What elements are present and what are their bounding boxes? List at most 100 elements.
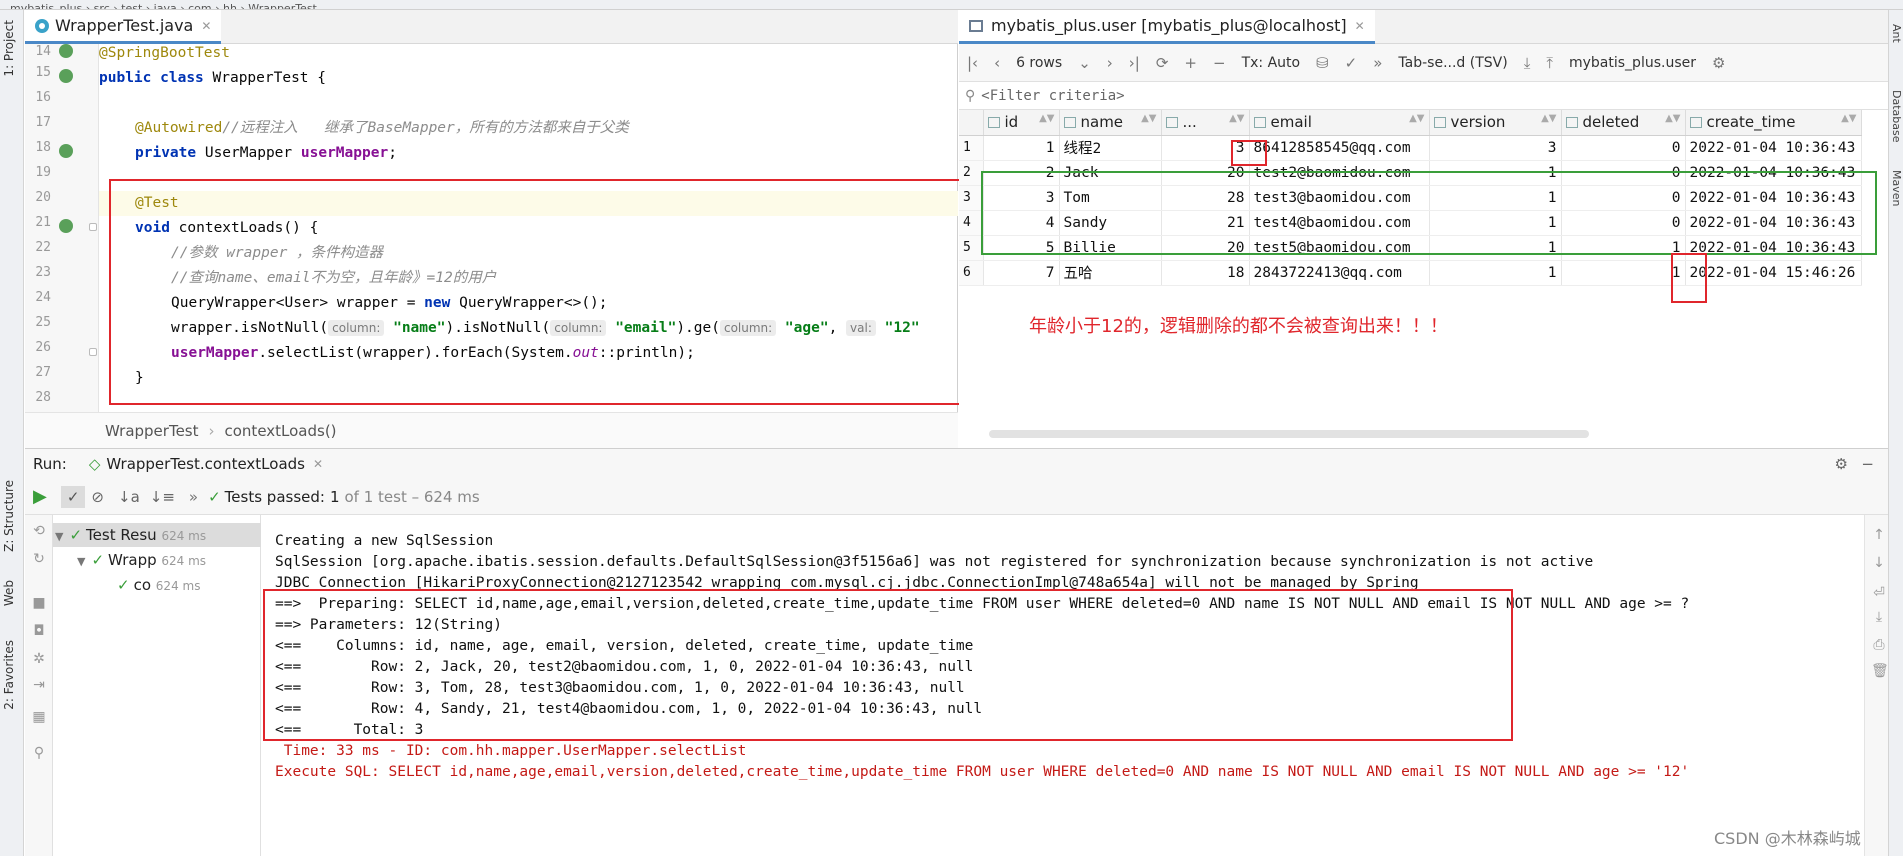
tree-time: 624 ms [161,554,207,568]
line-number: 18 [35,140,51,155]
tab-web[interactable]: Web [2,580,16,606]
tab-wrappertest-java[interactable]: WrapperTest.java ✕ [25,10,222,44]
arrow-down-icon[interactable]: ↓ [1871,555,1887,571]
show-passed-icon[interactable]: ✓ [60,485,86,508]
debug-icon[interactable]: ⟲ [31,523,47,539]
col-name[interactable]: name ▲▼ [1059,110,1162,136]
cell-name[interactable]: 五哈 [1059,260,1162,286]
more-icon[interactable]: » [1373,54,1382,72]
cell-id[interactable]: 1 [983,135,1060,161]
datasource-selector[interactable]: mybatis_plus.user [1569,55,1696,71]
close-icon[interactable]: ✕ [201,19,211,33]
settings-icon[interactable]: ✲ [31,651,47,667]
rerun-failed-icon[interactable]: ↻ [31,551,47,567]
show-ignored-icon[interactable]: ⊘ [91,488,104,506]
camera-icon[interactable]: ◘ [31,623,47,639]
more-icon[interactable]: » [189,488,198,506]
close-icon[interactable]: ✕ [1355,19,1365,33]
cell-email[interactable]: 86412858545@qq.com [1249,135,1430,161]
sort-icon[interactable]: ▲▼ [1229,113,1244,124]
tab-structure[interactable]: Z: Structure [2,480,16,552]
spring-bean-icon[interactable] [59,144,73,158]
gear-icon[interactable]: ⚙ [1835,455,1848,473]
cell-create-time[interactable]: 2022-01-04 15:46:26 [1685,260,1862,286]
cell-version[interactable]: 3 [1429,135,1562,161]
chevron-down-icon[interactable]: ▼ [55,530,63,543]
tab-ant[interactable]: Ant [1890,24,1903,43]
next-page-icon[interactable]: › [1107,54,1113,72]
tab-user-table[interactable]: mybatis_plus.user [mybatis_plus@localhos… [959,10,1375,44]
refresh-icon[interactable]: ⟳ [1156,54,1169,72]
col-deleted[interactable]: deleted ▲▼ [1561,110,1686,136]
close-icon[interactable]: ✕ [313,457,323,471]
tab-maven[interactable]: Maven [1890,170,1903,206]
sort-icon[interactable]: ▲▼ [1141,113,1156,124]
tree-node-class[interactable]: ▼ ✓ Wrapp 624 ms [77,548,261,572]
breadcrumb-class[interactable]: WrapperTest [105,422,199,440]
run-config-tab[interactable]: WrapperTest.contextLoads [106,455,305,473]
horizontal-scrollbar[interactable] [989,430,1589,438]
cell-name[interactable]: 线程2 [1059,135,1162,161]
stop-icon[interactable]: ■ [31,595,47,611]
db-icon[interactable]: ⛁ [1316,54,1329,72]
sort-icon[interactable]: ▲▼ [1039,113,1054,124]
col-age[interactable]: ... ▲▼ [1161,110,1250,136]
console-output[interactable]: Creating a new SqlSession SqlSession [or… [261,515,1864,856]
sort-alpha-icon[interactable]: ↓a [118,488,140,506]
col-create-time[interactable]: create_time ▲▼ [1685,110,1862,136]
rows-selector[interactable]: 6 rows [1016,55,1062,71]
commit-icon[interactable]: ✓ [1345,54,1358,72]
sort-icon[interactable]: ▲▼ [1541,113,1556,124]
first-page-icon[interactable]: |‹ [967,54,978,72]
cell-email[interactable]: 2843722413@qq.com [1249,260,1430,286]
cell-deleted[interactable]: 0 [1561,135,1686,161]
sort-icon[interactable]: ▲▼ [1841,113,1856,124]
line-number: 28 [35,390,51,405]
tree-node-root[interactable]: ▼ ✓ Test Resu 624 ms [53,523,261,547]
print-icon[interactable]: ⎙ [1871,637,1887,653]
gear-icon[interactable]: ⚙ [1712,54,1725,72]
pin-icon[interactable]: ⚲ [31,745,47,761]
last-page-icon[interactable]: ›| [1129,54,1140,72]
run-test-icon[interactable] [59,69,73,83]
tree-node-method[interactable]: ✓ co 624 ms [117,573,261,597]
scroll-end-icon[interactable]: ⤓ [1871,609,1887,625]
exit-icon[interactable]: ⇥ [31,677,47,693]
add-row-icon[interactable]: + [1184,54,1197,72]
breadcrumb-method[interactable]: contextLoads() [225,422,337,440]
tab-project[interactable]: 1: Project [2,20,16,77]
upload-icon[interactable]: ⤒ [1546,54,1553,72]
rerun-icon[interactable]: ▶ [33,486,47,507]
col-id[interactable]: id ▲▼ [983,110,1060,136]
prev-page-icon[interactable]: ‹ [994,54,1000,72]
run-test-icon[interactable] [59,219,73,233]
table-row[interactable]: 6 7 五哈 18 2843722413@qq.com 1 1 2022-01-… [959,260,1862,286]
filter-input[interactable]: <Filter criteria> [981,88,1124,104]
tab-favorites[interactable]: 2: Favorites [2,640,16,710]
col-version[interactable]: version ▲▼ [1429,110,1562,136]
cell-id[interactable]: 7 [983,260,1060,286]
download-icon[interactable]: ⤓ [1524,54,1531,72]
export-format-selector[interactable]: Tab-se...d (TSV) [1398,55,1507,71]
fold-icon[interactable] [89,348,97,356]
layout-icon[interactable]: ▦ [31,709,47,725]
delete-row-icon[interactable]: − [1213,54,1226,72]
cell-deleted[interactable]: 1 [1561,260,1686,286]
sort-duration-icon[interactable]: ↓≡ [150,488,175,506]
minimize-icon[interactable]: − [1861,455,1874,473]
sort-icon[interactable]: ▲▼ [1665,113,1680,124]
col-email[interactable]: email ▲▼ [1249,110,1430,136]
spring-bean-icon[interactable] [59,44,73,58]
tab-database[interactable]: Database [1890,90,1903,143]
cell-create-time[interactable]: 2022-01-04 10:36:43 [1685,135,1862,161]
fold-icon[interactable] [89,223,97,231]
cell-age[interactable]: 18 [1161,260,1250,286]
tx-mode-selector[interactable]: Tx: Auto [1242,55,1301,71]
trash-icon[interactable]: 🗑 [1871,663,1889,679]
soft-wrap-icon[interactable]: ⏎ [1871,585,1887,601]
chevron-down-icon[interactable]: ▼ [77,555,85,568]
cell-version[interactable]: 1 [1429,260,1562,286]
sort-icon[interactable]: ▲▼ [1409,113,1424,124]
arrow-up-icon[interactable]: ↑ [1871,527,1887,543]
table-row[interactable]: 1 1 线程2 3 86412858545@qq.com 3 0 2022-01… [959,135,1862,161]
